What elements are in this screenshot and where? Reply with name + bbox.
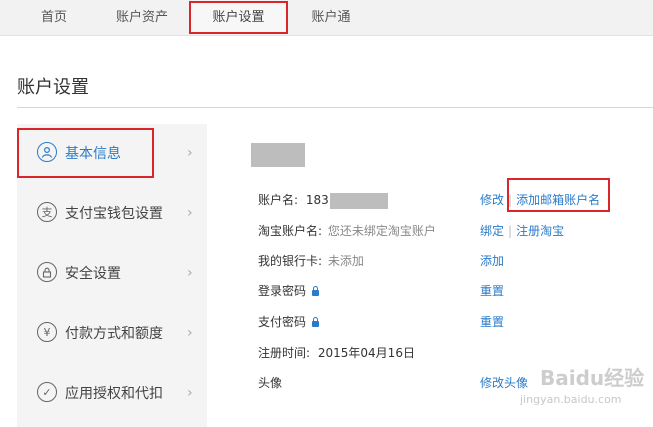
sidebar-item-label: 安全设置 — [65, 266, 121, 282]
info-row-taobao: 淘宝账户名: 您还未绑定淘宝账户 — [258, 222, 436, 239]
sidebar-item-payment[interactable]: ¥ 付款方式和额度 › — [17, 304, 207, 362]
chevron-right-icon: › — [187, 325, 193, 341]
check-icon: ✓ — [37, 382, 57, 402]
add-bank-link[interactable]: 添加 — [480, 252, 504, 269]
user-icon — [37, 142, 57, 162]
taobao-label: 淘宝账户名: — [258, 224, 323, 238]
login-password-label: 登录密码 — [258, 284, 307, 298]
chevron-right-icon: › — [187, 385, 193, 401]
lock-icon — [312, 316, 320, 327]
avatar-label: 头像 — [258, 376, 283, 390]
chevron-right-icon: › — [187, 145, 193, 161]
info-row-avatar: 头像 — [258, 374, 282, 391]
lock-icon — [37, 262, 57, 282]
sidebar-item-label: 支付宝钱包设置 — [65, 206, 163, 222]
reset-login-password-link[interactable]: 重置 — [480, 282, 504, 299]
info-row-account: 账户名: 183 — [258, 191, 388, 209]
page-title: 账户设置 — [17, 77, 89, 98]
sidebar-item-label: 应用授权和代扣 — [65, 386, 163, 402]
account-label: 账户名: — [258, 193, 299, 207]
sidebar-item-label: 付款方式和额度 — [65, 326, 163, 342]
modify-avatar-link[interactable]: 修改头像 — [480, 374, 528, 391]
tab-account-settings[interactable]: 账户设置 — [189, 1, 288, 34]
lock-icon — [312, 285, 320, 296]
sidebar-item-authorization[interactable]: ✓ 应用授权和代扣 › — [17, 364, 207, 422]
wallet-icon: 支 — [37, 202, 57, 222]
info-row-register-time: 注册时间: 2015年04月16日 — [258, 344, 415, 361]
watermark: Baidu经验 — [540, 366, 645, 390]
tab-account-pass[interactable]: 账户通 — [303, 0, 359, 35]
top-nav: 首页 账户资产 账户设置 账户通 — [0, 0, 653, 36]
taobao-value: 您还未绑定淘宝账户 — [327, 224, 436, 238]
account-value: 183 — [305, 193, 329, 207]
register-taobao-link[interactable]: 注册淘宝 — [516, 224, 564, 238]
tab-account-assets[interactable]: 账户资产 — [106, 0, 178, 35]
title-divider — [17, 107, 653, 108]
register-time-value: 2015年04月16日 — [317, 346, 415, 360]
sidebar-item-security[interactable]: 安全设置 › — [17, 244, 207, 302]
bank-value: 未添加 — [327, 254, 364, 268]
tab-home[interactable]: 首页 — [28, 0, 80, 35]
divider: | — [508, 224, 513, 238]
register-time-label: 注册时间: — [258, 346, 311, 360]
watermark-url: jingyan.baidu.com — [520, 393, 622, 406]
info-row-bank: 我的银行卡: 未添加 — [258, 252, 364, 269]
redacted-account — [329, 192, 388, 209]
info-row-login-password: 登录密码 — [258, 282, 320, 299]
bank-label: 我的银行卡: — [258, 254, 323, 268]
yen-icon: ¥ — [37, 322, 57, 342]
action-row-taobao: 绑定 | 注册淘宝 — [480, 222, 564, 239]
sidebar-item-basic-info[interactable]: 基本信息 › — [17, 124, 207, 182]
redacted-name — [251, 143, 305, 167]
sidebar-item-wallet[interactable]: 支 支付宝钱包设置 › — [17, 184, 207, 242]
sidebar-item-label: 基本信息 — [65, 146, 121, 162]
bind-link[interactable]: 绑定 — [480, 224, 504, 238]
info-row-pay-password: 支付密码 — [258, 313, 320, 330]
modify-link[interactable]: 修改 — [480, 193, 504, 207]
chevron-right-icon: › — [187, 205, 193, 221]
chevron-right-icon: › — [187, 265, 193, 281]
pay-password-label: 支付密码 — [258, 315, 307, 329]
reset-pay-password-link[interactable]: 重置 — [480, 313, 504, 330]
highlight-box — [507, 178, 610, 212]
sidebar: 基本信息 › 支 支付宝钱包设置 › 安全设置 › ¥ 付款方式和额度 › ✓ … — [17, 124, 207, 427]
